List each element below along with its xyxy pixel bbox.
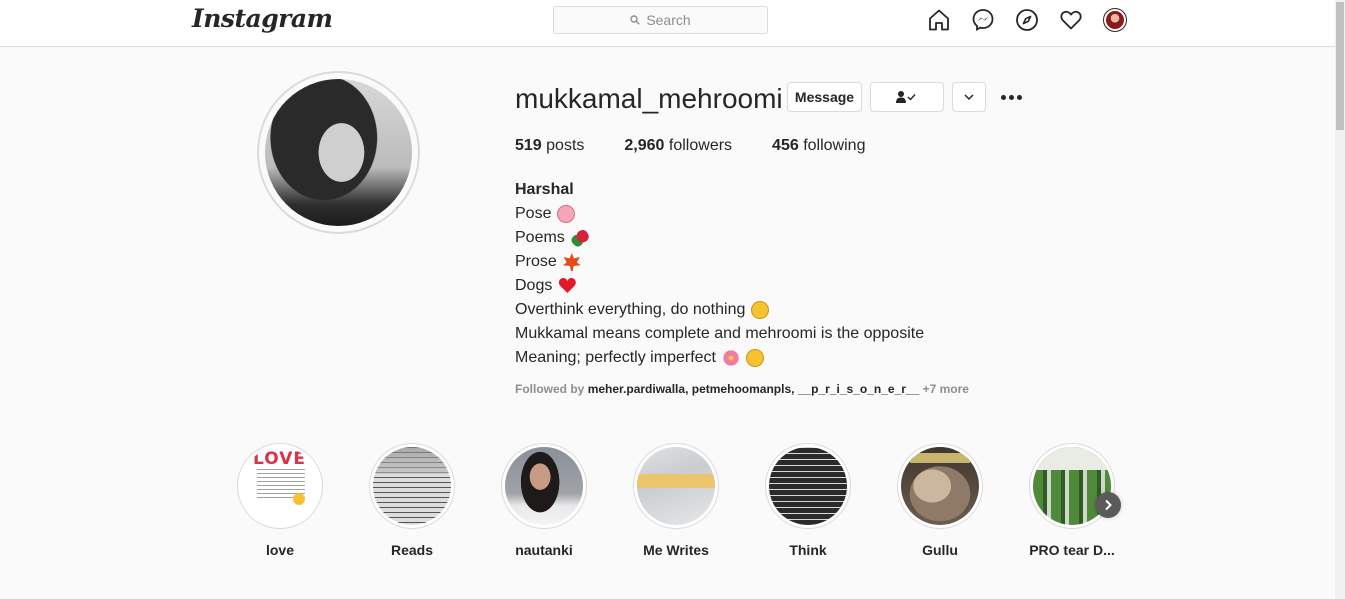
highlight-label: Think — [789, 542, 827, 558]
highlight-ring — [633, 443, 719, 529]
instagram-logo[interactable]: Instagram — [192, 4, 333, 33]
search-placeholder: Search — [646, 12, 691, 28]
posts-label: posts — [546, 137, 585, 154]
heart-icon[interactable] — [1058, 7, 1084, 33]
profile-avatar[interactable] — [1102, 7, 1128, 33]
nav-icons — [926, 7, 1128, 33]
page-scrollbar[interactable] — [1335, 0, 1345, 599]
profile-picture[interactable] — [257, 71, 420, 234]
search-icon — [630, 15, 641, 25]
bio-line: Prose — [515, 250, 924, 274]
search-input[interactable]: Search — [553, 6, 768, 34]
message-button[interactable]: Message — [787, 82, 862, 112]
hibiscus-emoji-icon — [721, 349, 740, 367]
posts-stat: 519 posts — [515, 137, 584, 155]
followed-by-more[interactable]: +7 more — [923, 382, 969, 396]
bio-line: Mukkamal means complete and mehroomi is … — [515, 325, 925, 342]
messenger-icon[interactable] — [970, 7, 996, 33]
scrollbar-thumb[interactable] — [1336, 2, 1344, 130]
highlight-label: Me Writes — [643, 542, 709, 558]
chevron-down-icon — [964, 94, 974, 101]
followers-count: 2,960 — [624, 137, 665, 154]
highlight-think[interactable]: Think — [757, 443, 859, 558]
highlight-ring — [897, 443, 983, 529]
story-highlights: LOVE love Reads nautanki Me Writes Think… — [229, 443, 1129, 573]
red-heart-emoji-icon — [558, 277, 576, 295]
following-count: 456 — [772, 137, 799, 154]
highlight-label: PRO tear D... — [1029, 542, 1115, 558]
highlight-label: love — [265, 542, 294, 558]
highlight-ring — [765, 443, 851, 529]
profile-bio: Harshal Pose Poems Prose Dogs Overthink … — [515, 178, 924, 370]
follower-name[interactable]: petmehoomanpls — [692, 382, 791, 396]
follower-name[interactable]: __p_r_i_s_o_n_e_r__ — [798, 382, 919, 396]
highlight-gullu[interactable]: Gullu — [889, 443, 991, 558]
user-check-icon — [896, 91, 916, 103]
profile-full-name: Harshal — [515, 181, 574, 198]
bio-line: Pose — [515, 202, 924, 226]
home-icon[interactable] — [926, 7, 952, 33]
highlight-me-writes[interactable]: Me Writes — [625, 443, 727, 558]
highlights-next-button[interactable] — [1095, 492, 1121, 518]
pensive-face-emoji-icon — [745, 349, 764, 367]
highlight-label: Reads — [390, 542, 434, 558]
highlight-label: nautanki — [515, 542, 573, 558]
follower-name[interactable]: meher.pardiwalla — [588, 382, 685, 396]
profile-photo — [265, 79, 412, 226]
following-button[interactable] — [870, 82, 944, 112]
highlight-nautanki[interactable]: nautanki — [493, 443, 595, 558]
highlight-cover: LOVE — [241, 447, 319, 525]
highlight-ring — [369, 443, 455, 529]
highlight-cover — [373, 447, 451, 525]
followers-label: followers — [668, 137, 733, 154]
highlight-ring — [501, 443, 587, 529]
sad-face-emoji-icon — [751, 301, 770, 319]
highlight-reads[interactable]: Reads — [361, 443, 463, 558]
followed-by[interactable]: Followed by meher.pardiwalla, petmehooma… — [515, 382, 969, 396]
suggested-dropdown-button[interactable] — [952, 82, 986, 112]
love-cover-text: LOVE — [253, 449, 306, 469]
bio-line: Dogs — [515, 274, 924, 298]
profile-username: mukkamal_mehroomi — [515, 83, 783, 114]
bio-line: Poems — [515, 226, 924, 250]
avatar — [1103, 8, 1127, 32]
following-label: following — [803, 137, 866, 154]
pig-emoji-icon — [557, 205, 576, 223]
highlight-cover — [769, 447, 847, 525]
highlight-love[interactable]: LOVE love — [229, 443, 331, 558]
highlight-cover — [637, 447, 715, 525]
more-options-icon[interactable] — [998, 88, 1024, 106]
posts-count: 519 — [515, 137, 542, 154]
followers-stat[interactable]: 2,960 followers — [624, 137, 732, 155]
highlight-cover — [901, 447, 979, 525]
maple-leaf-emoji-icon — [562, 253, 581, 271]
following-stat[interactable]: 456 following — [772, 137, 865, 155]
rose-emoji-icon — [570, 229, 589, 247]
highlight-label: Gullu — [922, 542, 958, 558]
explore-icon[interactable] — [1014, 7, 1040, 33]
highlight-cover — [505, 447, 583, 525]
chevron-right-icon — [1105, 499, 1112, 511]
highlight-ring: LOVE — [237, 443, 323, 529]
bio-line: Overthink everything, do nothing — [515, 298, 924, 322]
followed-by-prefix: Followed by — [515, 382, 585, 396]
bio-line: Meaning; perfectly imperfect — [515, 346, 924, 370]
top-navigation: Instagram Search — [0, 0, 1335, 47]
profile-stats: 519 posts 2,960 followers 456 following — [515, 137, 905, 155]
